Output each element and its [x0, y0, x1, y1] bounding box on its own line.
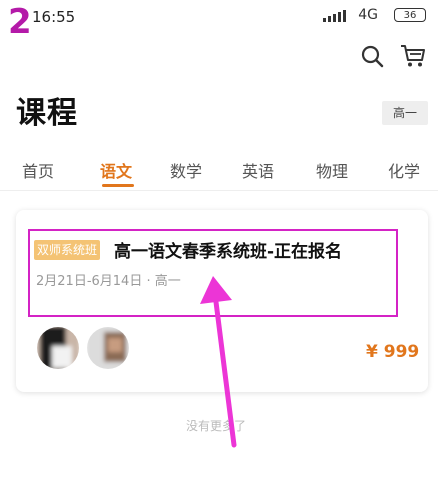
- battery-icon: 36: [394, 8, 426, 22]
- grade-selector[interactable]: 高一: [382, 101, 428, 125]
- tab-physics[interactable]: 物理: [316, 158, 348, 182]
- tab-english[interactable]: 英语: [242, 158, 274, 182]
- active-tab-indicator: [102, 184, 134, 187]
- annotation-step-number: 2: [8, 2, 32, 42]
- signal-icon: [323, 10, 346, 22]
- teacher-avatars: [37, 327, 129, 369]
- tab-home[interactable]: 首页: [22, 158, 54, 182]
- annotation-highlight-box: [28, 229, 398, 317]
- page-title: 课程: [16, 96, 78, 131]
- tab-math[interactable]: 数学: [170, 158, 202, 182]
- status-time: 16:55: [32, 8, 76, 26]
- no-more-text: 没有更多了: [186, 419, 247, 433]
- divider: [0, 190, 438, 191]
- tab-chinese[interactable]: 语文: [100, 158, 132, 182]
- cart-icon[interactable]: [400, 44, 426, 68]
- network-label: 4G: [358, 7, 378, 23]
- tab-chemistry[interactable]: 化学: [388, 158, 420, 182]
- course-price: ¥ 999: [366, 342, 420, 362]
- search-icon[interactable]: [360, 44, 384, 68]
